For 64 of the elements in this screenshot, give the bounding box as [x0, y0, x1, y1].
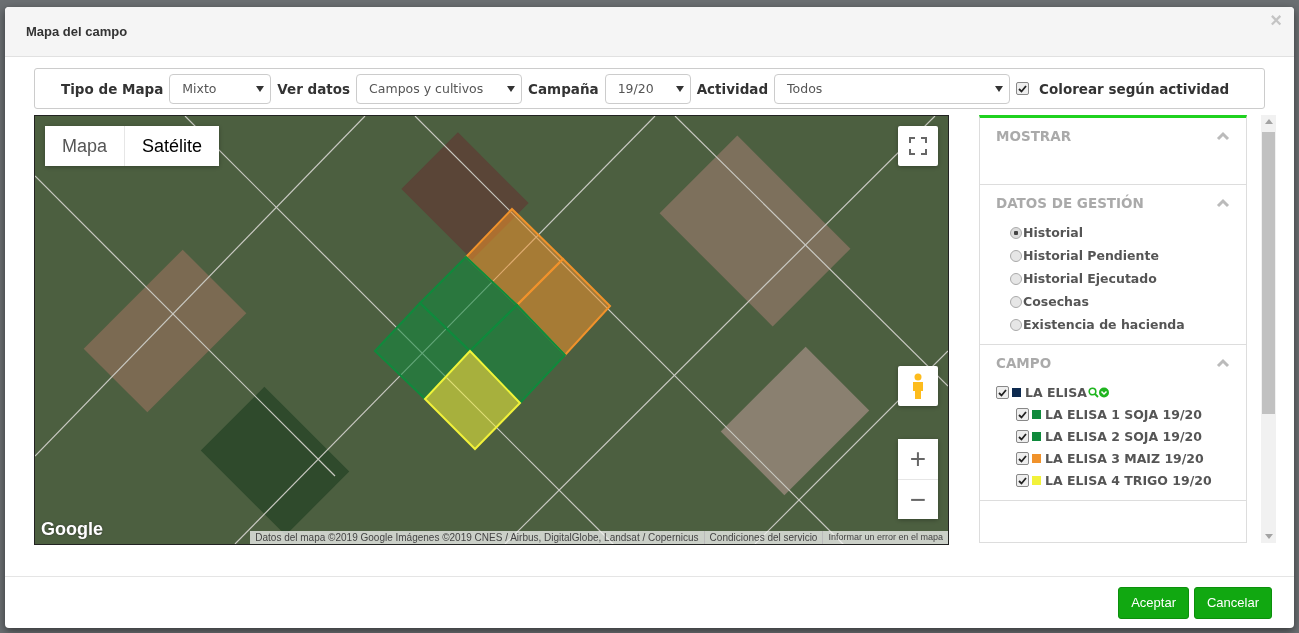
field-label: Actividad: [696, 80, 769, 97]
radio-label: Historial Pendiente: [1023, 248, 1159, 263]
checkbox[interactable]: [1016, 474, 1029, 487]
zoom-and-expand-icon[interactable]: [1087, 387, 1110, 398]
checkmark-icon: [1018, 432, 1027, 441]
radio-button[interactable]: [1010, 272, 1022, 285]
radio-label: Historial Ejecutado: [1023, 271, 1157, 286]
collapse-icon[interactable]: [1216, 198, 1230, 208]
radio-button[interactable]: [1010, 295, 1022, 308]
fullscreen-button[interactable]: [898, 126, 938, 166]
street-view-button[interactable]: [898, 366, 938, 406]
checkbox[interactable]: [996, 386, 1009, 399]
map-link[interactable]: Condiciones del servicio: [703, 531, 823, 544]
field-label: Tipo de Mapa: [61, 80, 164, 97]
caret-icon: [995, 85, 1004, 92]
caret-icon: [256, 85, 265, 92]
field-label: Campaña: [528, 80, 599, 97]
fullscreen-icon: [909, 137, 927, 155]
tree-item-label: LA ELISA 2 SOJA 19/20: [1045, 429, 1202, 444]
collapse-icon[interactable]: [1216, 358, 1230, 368]
field-label: Ver datos: [277, 80, 351, 97]
checkmark-icon: [1018, 84, 1028, 93]
map-type-tab[interactable]: Mapa: [45, 126, 125, 166]
checkbox[interactable]: [1016, 408, 1029, 421]
section-title: DATOS DE GESTIÓN: [996, 195, 1144, 211]
checkbox[interactable]: [1016, 452, 1029, 465]
select-field[interactable]: 19/20: [604, 73, 691, 104]
dialog-title: Mapa del campo: [26, 24, 128, 39]
radio-label: Existencia de hacienda: [1023, 317, 1185, 332]
scroll-up-icon[interactable]: [1264, 119, 1273, 124]
collapse-icon[interactable]: [1216, 131, 1230, 141]
tree-item-label: LA ELISA 3 MAIZ 19/20: [1045, 451, 1204, 466]
tree-item-label: LA ELISA 4 TRIGO 19/20: [1045, 473, 1212, 488]
checkbox-label: Colorear según actividad: [1039, 80, 1230, 97]
radio-button[interactable]: [1010, 226, 1022, 239]
checkmark-icon: [1018, 454, 1027, 463]
tree-item-label: LA ELISA 1 SOJA 19/20: [1045, 407, 1202, 422]
select-field[interactable]: Mixto: [169, 73, 272, 104]
checkbox[interactable]: [1016, 430, 1029, 443]
caret-icon: [507, 85, 516, 92]
tree-item-label: LA ELISA: [1025, 385, 1087, 400]
person-icon: [911, 373, 925, 399]
checkbox[interactable]: [1016, 82, 1030, 95]
map-link[interactable]: Informar un error en el mapa: [822, 531, 948, 544]
checkmark-icon: [998, 388, 1007, 397]
checkmark-icon: [1018, 410, 1027, 419]
caret-icon: [675, 85, 684, 92]
radio-label: Cosechas: [1023, 294, 1089, 309]
map-attribution: Datos del mapa ©2019 Google Imágenes ©2019 CNES / Airbus, DigitalGlobe, Landsat / Copernicus: [250, 531, 704, 544]
select-field[interactable]: Todos: [774, 73, 1011, 104]
map-type-tab[interactable]: Satélite: [124, 126, 220, 166]
checkmark-icon: [1018, 476, 1027, 485]
zoom-in-button[interactable]: +: [898, 439, 938, 479]
section-title: MOSTRAR: [996, 128, 1072, 144]
radio-label: Historial: [1023, 225, 1083, 240]
scroll-down-icon[interactable]: [1264, 534, 1273, 539]
section-title: CAMPO: [996, 355, 1052, 371]
scrollbar[interactable]: [1261, 115, 1276, 543]
map-logo: Google: [41, 519, 103, 540]
radio-button[interactable]: [1010, 318, 1022, 331]
satellite-map[interactable]: Mapa Satélite + − Google Datos del mapa ©2019 Google Imágenes ©2019 CNES / Airbus, DigitalGlobe, Landsat / Copernicus Condiciones del servicio Informar un error en el mapa: [34, 115, 949, 545]
radio-button[interactable]: [1010, 249, 1022, 262]
select-field[interactable]: Campos y cultivos: [356, 73, 523, 104]
zoom-out-button[interactable]: −: [898, 479, 938, 519]
